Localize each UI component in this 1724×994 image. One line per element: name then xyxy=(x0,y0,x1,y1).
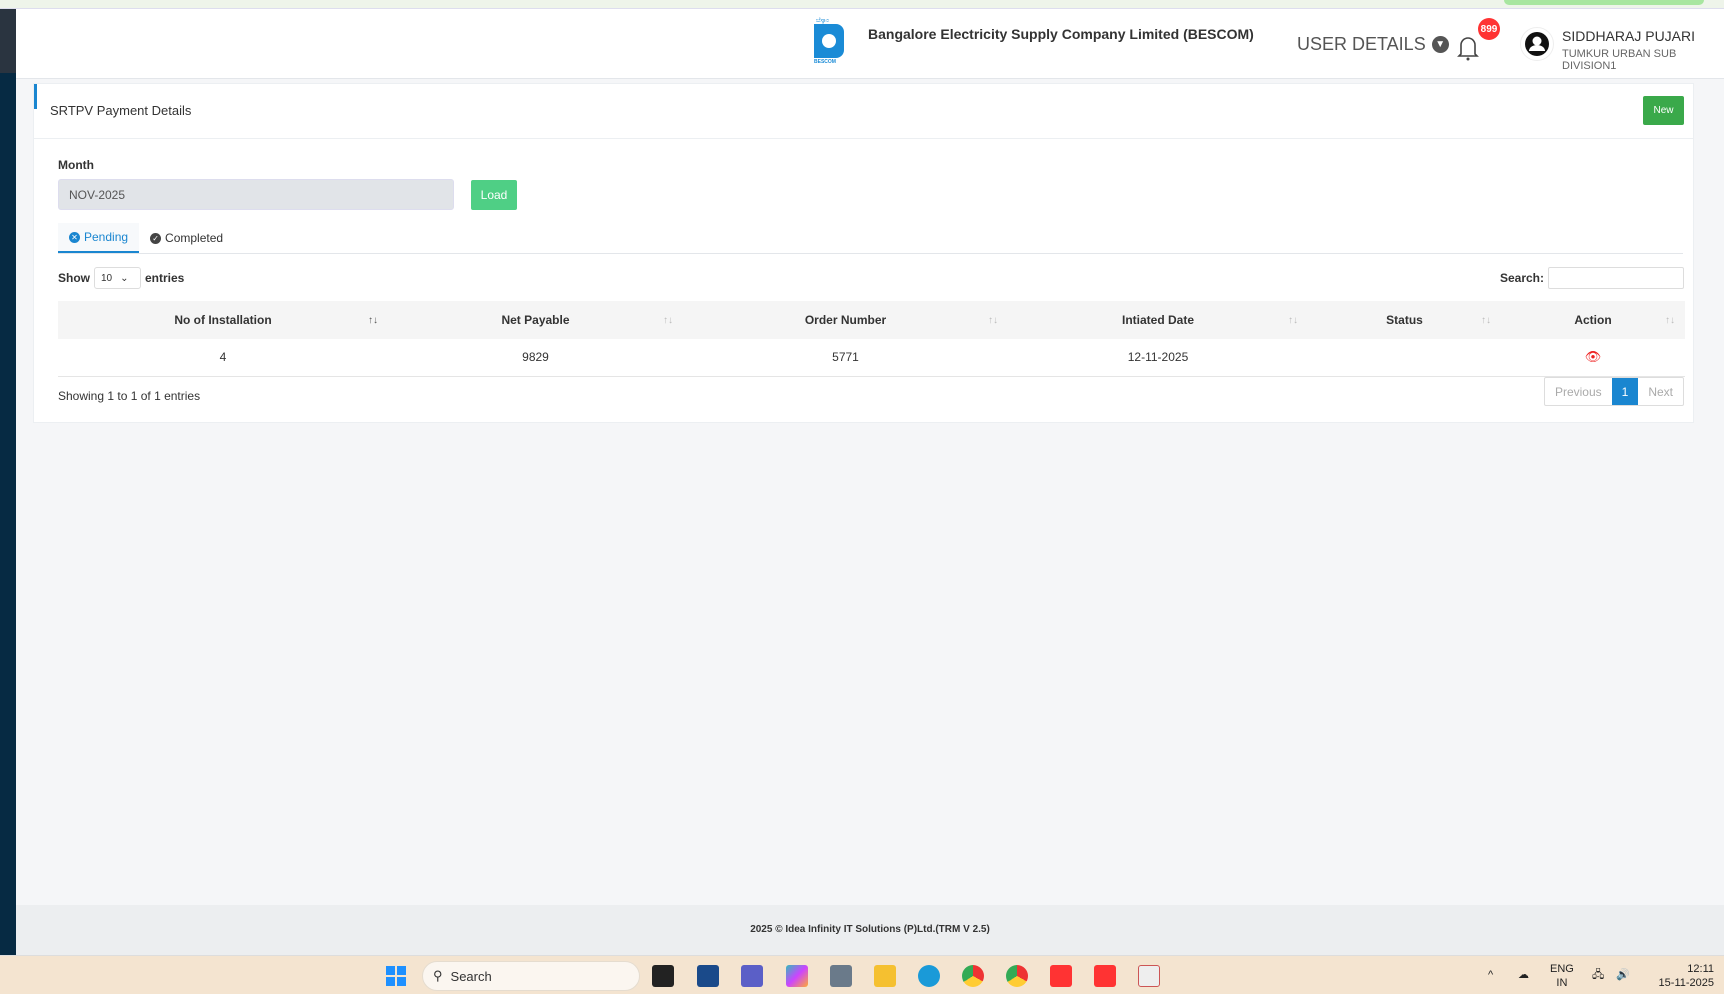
taskbar-search-label: Search xyxy=(450,968,492,984)
chevron-down-icon: ▼ xyxy=(1431,36,1449,53)
store-icon[interactable] xyxy=(697,965,719,987)
show-label: Show xyxy=(58,271,90,285)
cell-order-number: 5771 xyxy=(683,339,1008,377)
svg-text:BESCOM: BESCOM xyxy=(814,59,836,64)
user-name: SIDDHARAJ PUJARI xyxy=(1562,28,1696,44)
lang: ENG xyxy=(1550,963,1574,975)
search-label: Search: xyxy=(1499,271,1544,285)
load-button[interactable]: Load xyxy=(471,180,517,210)
column-header[interactable]: Net Payable ↑↓ xyxy=(388,301,683,339)
table-row: 4 9829 5771 12-11-2025 👁 xyxy=(58,339,1685,377)
column-header[interactable]: No of Installation ↑↓ xyxy=(58,301,388,339)
new-button[interactable]: New xyxy=(1643,96,1684,125)
cell-installations: 4 xyxy=(58,339,388,377)
calculator-icon[interactable] xyxy=(830,965,852,987)
cell-net-payable: 9829 xyxy=(388,339,683,377)
column-header[interactable]: Action ↑↓ xyxy=(1501,301,1685,339)
month-label: Month xyxy=(58,158,94,172)
column-header[interactable]: Intiated Date ↑↓ xyxy=(1008,301,1308,339)
column-header[interactable]: Order Number ↑↓ xyxy=(683,301,1008,339)
sort-icon: ↑↓ xyxy=(1481,315,1491,326)
entries-label: entries xyxy=(145,271,185,285)
page-size-select[interactable]: 10 ⌄ xyxy=(94,267,141,289)
eye-icon[interactable]: 👁 xyxy=(1585,349,1602,364)
avatar[interactable] xyxy=(1520,27,1554,61)
user-icon xyxy=(1525,32,1549,56)
table-search: Search: xyxy=(1500,267,1684,289)
time: 12:11 xyxy=(1687,963,1714,975)
taskbar-search[interactable]: ⚲ Search xyxy=(422,961,640,991)
cell-status xyxy=(1308,339,1501,377)
cell-initiated-date: 12-11-2025 xyxy=(1008,339,1308,377)
previous-button[interactable]: Previous xyxy=(1545,378,1612,405)
cell-action: 👁 xyxy=(1501,339,1685,377)
chrome-icon[interactable] xyxy=(1006,965,1028,987)
teams-icon[interactable] xyxy=(741,965,763,987)
status-tabs: ✕ Pending ✓ Completed xyxy=(58,223,1683,254)
chrome-icon[interactable] xyxy=(962,965,984,987)
tab-pending[interactable]: ✕ Pending xyxy=(58,223,140,253)
windows-start-icon[interactable] xyxy=(385,965,407,987)
snipping-tool-icon[interactable] xyxy=(1138,965,1160,987)
footer: 2025 © Idea Infinity IT Solutions (P)Ltd… xyxy=(16,905,1724,955)
column-label: Order Number xyxy=(804,313,887,327)
cloud-off-icon[interactable]: ☁ xyxy=(1518,968,1529,982)
date: 15-11-2025 xyxy=(1658,977,1714,989)
user-details-label: USER DETAILS xyxy=(1297,34,1426,54)
payments-table: No of Installation ↑↓ Net Payable ↑↓ Order… xyxy=(58,301,1685,377)
column-label: Net Payable xyxy=(501,313,570,327)
check-circle-icon: ✓ xyxy=(150,232,162,244)
sort-icon: ↑↓ xyxy=(1288,315,1298,326)
sort-icon: ↑↓ xyxy=(368,315,378,326)
language-indicator[interactable]: ENG IN xyxy=(1550,962,1574,990)
next-button[interactable]: Next xyxy=(1638,378,1683,405)
copilot-icon[interactable] xyxy=(786,965,808,987)
browser-strip xyxy=(0,0,1724,9)
company-name: Bangalore Electricity Supply Company Lim… xyxy=(868,26,1254,42)
column-label: Intiated Date xyxy=(1121,313,1194,327)
column-label: Status xyxy=(1386,313,1423,327)
column-header[interactable]: Status ↑↓ xyxy=(1308,301,1501,339)
notification-badge: 899 xyxy=(1478,18,1500,40)
region: IN xyxy=(1556,977,1568,989)
column-label: No of Installation xyxy=(174,313,272,327)
bescom-logo: ಬೆಸ್ಕಾಂ BESCOM xyxy=(814,18,844,64)
volume-icon[interactable]: 🔊 xyxy=(1616,968,1630,982)
times-circle-icon: ✕ xyxy=(69,231,80,243)
tab-label: Pending xyxy=(84,230,129,244)
month-input[interactable] xyxy=(58,179,454,210)
search-icon: ⚲ xyxy=(433,968,443,983)
sidebar xyxy=(0,9,16,955)
page-size-value: 10 xyxy=(101,272,113,284)
column-label: Action xyxy=(1574,313,1612,327)
anydesk-icon[interactable] xyxy=(1050,965,1072,987)
page-1-button[interactable]: 1 xyxy=(1611,378,1639,405)
edge-icon[interactable] xyxy=(918,965,940,987)
sort-icon: ↑↓ xyxy=(663,315,673,326)
user-division: TUMKUR URBAN SUB DIVISION1 xyxy=(1562,48,1677,72)
file-explorer-icon[interactable] xyxy=(874,965,896,987)
tab-label: Completed xyxy=(165,231,224,245)
chevron-down-icon: ⌄ xyxy=(120,272,129,284)
sort-icon: ↑↓ xyxy=(988,315,998,326)
tab-completed[interactable]: ✓ Completed xyxy=(139,223,234,253)
clock[interactable]: 12:11 15-11-2025 xyxy=(1650,962,1714,990)
app-header: ಬೆಸ್ಕಾಂ BESCOM Bangalore Electricity Supp… xyxy=(16,9,1724,79)
page-size-control: Show 10 ⌄ entries xyxy=(58,267,184,289)
anydesk-icon[interactable] xyxy=(1094,965,1116,987)
network-icon[interactable]: 🖧 xyxy=(1592,968,1604,982)
sort-icon: ↑↓ xyxy=(1665,315,1675,326)
app-icon-terminal[interactable] xyxy=(652,965,674,987)
payment-details-card: SRTPV Payment Details New Month Load ✕ Pe… xyxy=(33,83,1694,423)
taskbar: ⚲ Search ^ ☁ ENG IN 🖧 🔊 12:11 15-11-2025 xyxy=(0,955,1724,994)
chevron-up-icon[interactable]: ^ xyxy=(1488,968,1493,982)
table-info: Showing 1 to 1 of 1 entries xyxy=(58,389,201,403)
user-details-menu[interactable]: USER DETAILS ▼ xyxy=(1297,34,1449,55)
page-title: SRTPV Payment Details xyxy=(50,103,192,118)
svg-text:ಬೆಸ್ಕಾಂ: ಬೆಸ್ಕಾಂ xyxy=(816,18,829,24)
bell-icon[interactable] xyxy=(1456,34,1480,62)
pagination: Previous 1 Next xyxy=(1543,377,1684,406)
search-input[interactable] xyxy=(1548,267,1684,289)
